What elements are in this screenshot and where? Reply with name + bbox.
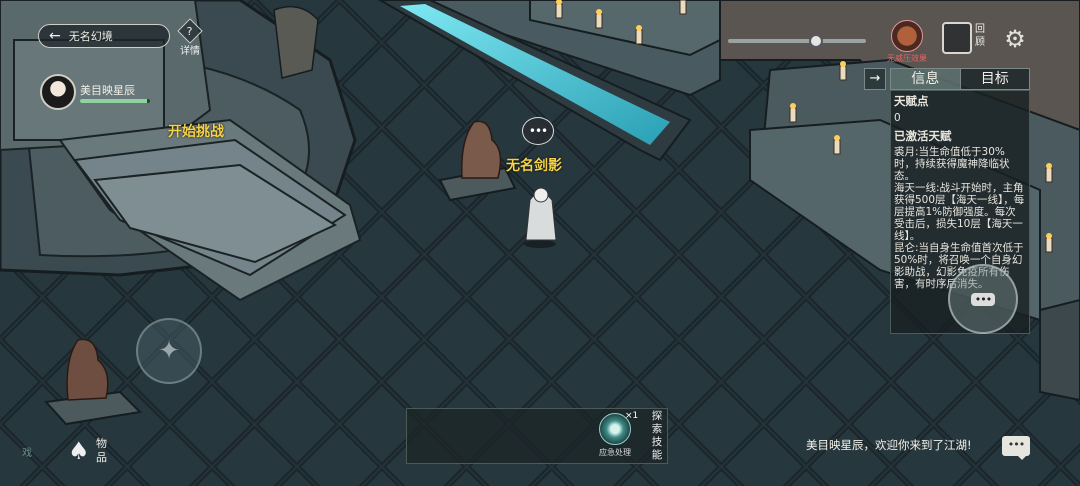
zoom-slider-knob[interactable]	[808, 34, 823, 48]
collapse-arrow-icon[interactable]: →	[864, 68, 886, 90]
inventory-button[interactable]: ♠ 物品	[68, 436, 118, 468]
player-card[interactable]: 美目映星辰	[40, 74, 150, 110]
buff-label: 无威压效果	[887, 54, 927, 63]
zoom-slider[interactable]	[728, 34, 866, 48]
skill-count: ×1	[625, 411, 639, 421]
chat-bubble-icon: •••	[970, 292, 996, 306]
back-button-label: 无名幻境	[68, 30, 113, 43]
back-arrow-icon: ←	[49, 28, 61, 44]
buff-status[interactable]: 无威压效果	[884, 20, 930, 66]
right-pillar	[1039, 298, 1080, 402]
hp-bar-fill	[80, 99, 147, 103]
talent-points-value: 0	[894, 112, 901, 124]
talent-points-label: 天赋点	[894, 94, 929, 108]
npc-chat-bubble-icon[interactable]: •••	[522, 117, 554, 145]
guardian-statue	[273, 5, 319, 79]
talent-item: 海天一线:战斗开始时，主角获得500层【海天一线】，每层提高1%防御强度。每次受…	[894, 182, 1025, 242]
corner-ornament-text: 戏	[22, 448, 32, 459]
hp-bar	[80, 99, 150, 103]
player-name: 美目映星辰	[80, 84, 135, 97]
active-talents-label: 已激活天赋	[894, 129, 952, 143]
system-message: 美目映星辰，欢迎你来到了江湖!	[806, 438, 972, 452]
chat-button[interactable]: •••	[1002, 436, 1030, 460]
start-challenge-label[interactable]: 开始挑战	[168, 121, 224, 141]
talent-item: 裘月:当生命值低于30%时，持续获得魔神降临状态。	[894, 146, 1010, 182]
info-tabs: 信息 目标	[890, 68, 1030, 90]
scroll-icon	[942, 22, 972, 54]
tab-goal[interactable]: 目标	[960, 69, 1029, 89]
skill-emergency[interactable]: ×1 应急处理	[595, 411, 639, 461]
explore-skills-button[interactable]: 探索技能	[648, 410, 666, 462]
back-button[interactable]: ← 无名幻境	[38, 24, 170, 48]
detail-button[interactable]: ? 详情	[176, 18, 204, 57]
review-button-label: 回顾	[975, 24, 985, 48]
zoom-slider-track	[728, 39, 866, 43]
compass-icon: ✦	[158, 336, 180, 366]
review-button[interactable]: 回顾	[942, 22, 986, 56]
skill-bar: ×1 应急处理	[406, 408, 668, 464]
bag-icon: ♠	[68, 437, 90, 465]
detail-button-label: 详情	[180, 46, 200, 57]
buff-icon	[891, 20, 923, 52]
inventory-label: 物品	[96, 437, 107, 464]
npc-name-label[interactable]: 无名剑影	[506, 155, 562, 175]
virtual-joystick[interactable]: ✦	[136, 318, 202, 384]
avatar[interactable]	[40, 74, 76, 110]
skill-label: 应急处理	[599, 448, 631, 457]
gear-icon[interactable]: ⚙	[1002, 26, 1028, 52]
quick-chat-button[interactable]: •••	[948, 264, 1018, 334]
tab-info[interactable]: 信息	[891, 69, 961, 89]
question-icon: ?	[177, 18, 203, 44]
